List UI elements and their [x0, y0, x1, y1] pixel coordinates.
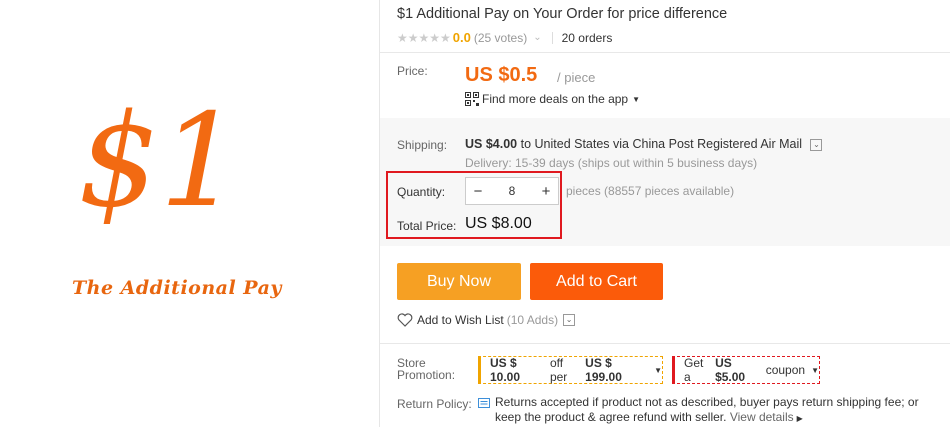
qr-code-icon — [465, 92, 479, 106]
divider — [551, 31, 553, 44]
return-policy-text: Returns accepted if product not as descr… — [495, 395, 945, 426]
triangle-right-icon: ▶ — [796, 414, 803, 423]
return-policy-label: Return Policy: — [397, 397, 472, 411]
return-policy-body: Returns accepted if product not as descr… — [495, 395, 919, 424]
coupon-suffix: coupon — [765, 363, 806, 377]
plus-icon[interactable]: + — [534, 183, 558, 200]
product-image-banner: $1 The Additional Pay — [0, 0, 378, 427]
add-to-cart-button[interactable]: Add to Cart — [530, 263, 663, 300]
shipping-label: Shipping: — [397, 138, 448, 152]
coupon-prefix: Get a — [684, 356, 704, 384]
rating-row: ★★★★★ 0.0 (25 votes) ⌄ 20 orders — [397, 30, 612, 45]
heart-icon — [397, 313, 413, 327]
return-icon — [478, 398, 490, 408]
quantity-stepper: − + — [465, 177, 559, 205]
shipping-method: to United States via China Post Register… — [520, 137, 802, 151]
caret-down-icon: ▼ — [811, 365, 819, 375]
shipping-amount: US $4.00 — [465, 137, 518, 151]
wishlist-label: Add to Wish List — [417, 313, 504, 327]
total-price-label: Total Price: — [397, 219, 457, 233]
minus-icon[interactable]: − — [466, 183, 490, 200]
rating-score: 0.0 — [452, 30, 471, 45]
price-unit: / piece — [557, 70, 596, 85]
caret-down-icon: ▼ — [654, 365, 662, 375]
store-promotion-label-line2: Promotion: — [397, 368, 456, 382]
orders-count: 20 orders — [561, 30, 613, 45]
shipping-info: US $4.00 to United States via China Post… — [465, 137, 823, 151]
votes-count[interactable]: (25 votes) — [474, 31, 527, 45]
app-deals-label: Find more deals on the app — [482, 92, 629, 106]
total-price-value: US $8.00 — [465, 215, 532, 232]
wishlist-adds: (10 Adds) — [506, 313, 559, 327]
store-coupon-get[interactable]: Get a US $5.00 coupon ▼ — [672, 356, 820, 384]
app-deals-link[interactable]: Find more deals on the app ▼ — [465, 92, 640, 106]
add-to-wishlist[interactable]: Add to Wish List (10 Adds) ⌄ — [397, 313, 576, 327]
coupon-threshold: US $ 199.00 — [585, 356, 622, 384]
star-rating-icon: ★★★★★ — [397, 30, 451, 45]
quantity-input[interactable] — [490, 183, 534, 199]
available-pieces: pieces (88557 pieces available) — [566, 184, 735, 198]
caret-down-icon: ▼ — [632, 94, 641, 104]
product-title: $1 Additional Pay on Your Order for pric… — [397, 6, 728, 22]
store-coupon-discount[interactable]: US $ 10.00 off per US $ 199.00 ▼ — [478, 356, 663, 384]
coupon-amount: US $ 10.00 — [490, 356, 521, 384]
coupon-mid-text: off per — [549, 356, 568, 384]
chevron-down-icon[interactable]: ⌄ — [533, 32, 541, 43]
divider — [380, 343, 950, 344]
price-value: US $0.5 — [465, 64, 538, 86]
store-promotion-label: Store Promotion: — [397, 357, 455, 381]
price-label: Price: — [397, 64, 428, 78]
banner-tagline: The Additional Pay — [72, 277, 282, 299]
coupon-value: US $5.00 — [715, 356, 746, 384]
wishlist-dropdown-icon[interactable]: ⌄ — [563, 314, 576, 326]
quantity-label: Quantity: — [397, 185, 446, 199]
shipping-dropdown-icon[interactable]: ⌄ — [810, 138, 823, 151]
divider — [380, 52, 950, 53]
buy-now-button[interactable]: Buy Now — [397, 263, 521, 300]
delivery-estimate: Delivery: 15-39 days (ships out within 5… — [465, 156, 758, 170]
banner-big-text: $1 — [78, 87, 241, 236]
view-details-link[interactable]: View details — [730, 410, 794, 424]
